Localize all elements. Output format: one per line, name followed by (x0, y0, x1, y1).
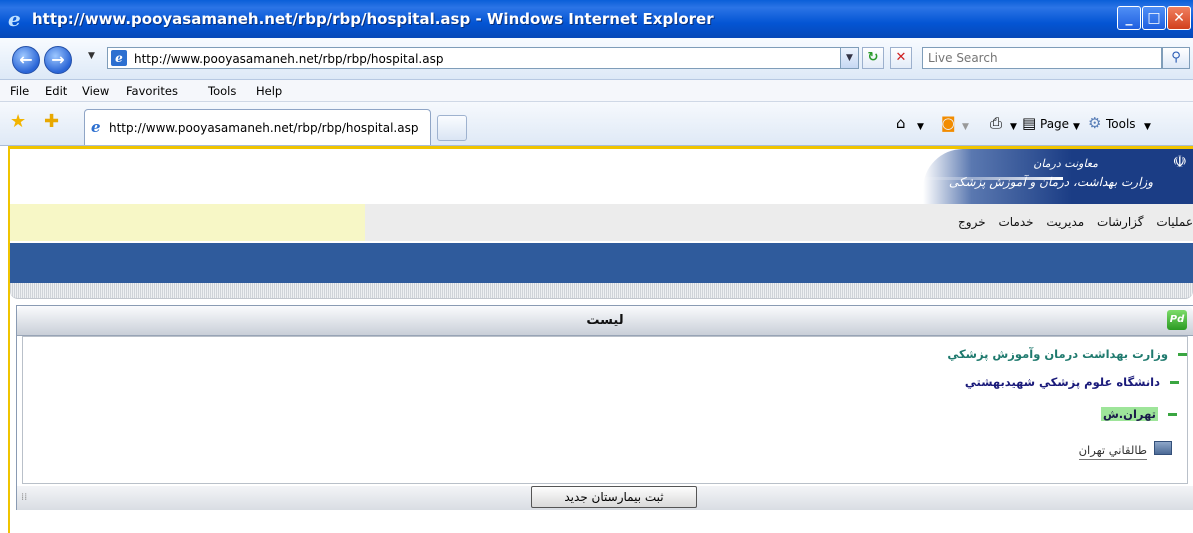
home-icon[interactable]: ⌂ (896, 114, 906, 132)
menu-favorites[interactable]: Favorites (126, 84, 178, 98)
print-icon[interactable]: ⎙ (990, 114, 1002, 132)
menu-help[interactable]: Help (256, 84, 282, 98)
window-title: http://www.pooyasamaneh.net/rbp/rbp/hosp… (32, 10, 714, 28)
address-dropdown-icon[interactable]: ▼ (840, 48, 858, 68)
new-tab-button[interactable] (437, 115, 467, 141)
address-toolbar: ← → ▼ e http://www.pooyasamaneh.net/rbp/… (0, 38, 1193, 80)
new-hospital-button[interactable]: ثبت بيمارستان جديد (531, 486, 697, 508)
site-banner: معاونت درمان وزارت بهداشت، درمان و آموزش… (10, 149, 1193, 204)
tab-current[interactable]: e http://www.pooyasamaneh.net/rbp/rbp/ho… (84, 109, 431, 145)
ie-logo-icon: e (8, 7, 21, 31)
search-box[interactable] (922, 47, 1162, 69)
panel-footer: ⁞⁞ ثبت بيمارستان جديد (17, 486, 1193, 510)
menu-view[interactable]: View (82, 84, 109, 98)
tab-label: http://www.pooyasamaneh.net/rbp/rbp/hosp… (109, 121, 419, 135)
window-title-bar: e http://www.pooyasamaneh.net/rbp/rbp/ho… (0, 0, 1193, 38)
refresh-icon[interactable]: ↻ (862, 47, 884, 69)
minimize-button[interactable]: _ (1117, 6, 1141, 30)
org-tree: وزارت بهداشت درمان وآموزش پزشکي دانشگاه … (22, 336, 1188, 484)
tree-node-university[interactable]: دانشگاه علوم پزشکي شهيدبهشتي (965, 375, 1179, 389)
favorites-star-icon[interactable]: ★ (10, 112, 26, 132)
banner-title: وزارت بهداشت، درمان و آموزش پزشکی (948, 175, 1153, 189)
dotted-band (10, 283, 1193, 299)
hospital-icon (1154, 441, 1172, 455)
menu-bar: File Edit View Favorites Tools Help (0, 80, 1193, 102)
stop-icon[interactable]: ✕ (890, 47, 912, 69)
feeds-dropdown-icon[interactable]: ▼ (962, 118, 969, 136)
page-content: معاونت درمان وزارت بهداشت، درمان و آموزش… (8, 146, 1193, 533)
search-icon[interactable]: ⚲ (1162, 47, 1190, 69)
home-dropdown-icon[interactable]: ▼ (917, 118, 924, 136)
menu-edit[interactable]: Edit (45, 84, 67, 98)
resize-grip-icon[interactable]: ⁞⁞ (21, 492, 27, 503)
nav-item-management[interactable]: مدیریت (1046, 215, 1084, 229)
page-icon: e (111, 50, 127, 66)
page-dropdown-icon[interactable]: ▼ (1073, 118, 1080, 136)
pdf-export-icon[interactable]: Pd (1167, 310, 1187, 330)
gear-icon[interactable]: ⚙ (1088, 114, 1101, 132)
page-menu-icon[interactable]: ▤ (1022, 114, 1036, 132)
nav-item-services[interactable]: خدمات (998, 215, 1033, 229)
tree-node-ministry[interactable]: وزارت بهداشت درمان وآموزش پزشکي (947, 347, 1187, 361)
address-field[interactable]: e http://www.pooyasamaneh.net/rbp/rbp/ho… (107, 47, 859, 69)
blue-band (10, 243, 1193, 283)
feeds-icon[interactable]: ◙ (941, 114, 956, 132)
nav-item-reports[interactable]: گزارشات (1097, 215, 1143, 229)
tools-dropdown-icon[interactable]: ▼ (1144, 118, 1151, 136)
forward-button[interactable]: → (44, 46, 72, 74)
list-panel: لیست Pd وزارت بهداشت درمان وآموزش پزشکي … (16, 305, 1193, 510)
nav-yellow-block (10, 204, 365, 241)
panel-header: لیست Pd (17, 306, 1193, 336)
nav-item-exit[interactable]: خروج (958, 215, 986, 229)
search-input[interactable] (923, 48, 1123, 68)
tab-ie-icon: e (91, 118, 101, 136)
maximize-button[interactable]: □ (1142, 6, 1166, 30)
emblem-icon: ☫ (1172, 152, 1187, 171)
nav-links: عملیات گزارشات مدیریت خدمات خروج (949, 215, 1193, 229)
tree-node-university-label: دانشگاه علوم پزشکي شهيدبهشتي (964, 375, 1160, 389)
collapse-icon[interactable] (1178, 353, 1187, 356)
page-menu-button[interactable]: Page (1040, 116, 1069, 132)
banner-subtitle: معاونت درمان (1033, 157, 1098, 170)
address-url: http://www.pooyasamaneh.net/rbp/rbp/hosp… (134, 52, 444, 66)
tree-node-city[interactable]: تهران.ش (1100, 407, 1177, 421)
nav-item-operations[interactable]: عملیات (1156, 215, 1193, 229)
collapse-icon[interactable] (1168, 413, 1177, 416)
history-dropdown-icon[interactable]: ▼ (88, 51, 95, 61)
tab-bar: ★ ✚ e http://www.pooyasamaneh.net/rbp/rb… (0, 102, 1193, 146)
close-button[interactable]: ✕ (1167, 6, 1191, 30)
hospital-link[interactable]: طالقاني تهران (1078, 443, 1147, 460)
tree-node-ministry-label: وزارت بهداشت درمان وآموزش پزشکي (947, 347, 1168, 361)
menu-file[interactable]: File (10, 84, 29, 98)
collapse-icon[interactable] (1170, 381, 1179, 384)
tools-menu-button[interactable]: Tools (1106, 116, 1136, 132)
add-favorites-icon[interactable]: ✚ (44, 112, 59, 132)
panel-title: لیست (586, 313, 624, 328)
print-dropdown-icon[interactable]: ▼ (1010, 118, 1017, 136)
tree-node-city-label: تهران.ش (1100, 407, 1158, 421)
site-nav: عملیات گزارشات مدیریت خدمات خروج (10, 204, 1193, 241)
back-button[interactable]: ← (12, 46, 40, 74)
menu-tools[interactable]: Tools (208, 84, 236, 98)
